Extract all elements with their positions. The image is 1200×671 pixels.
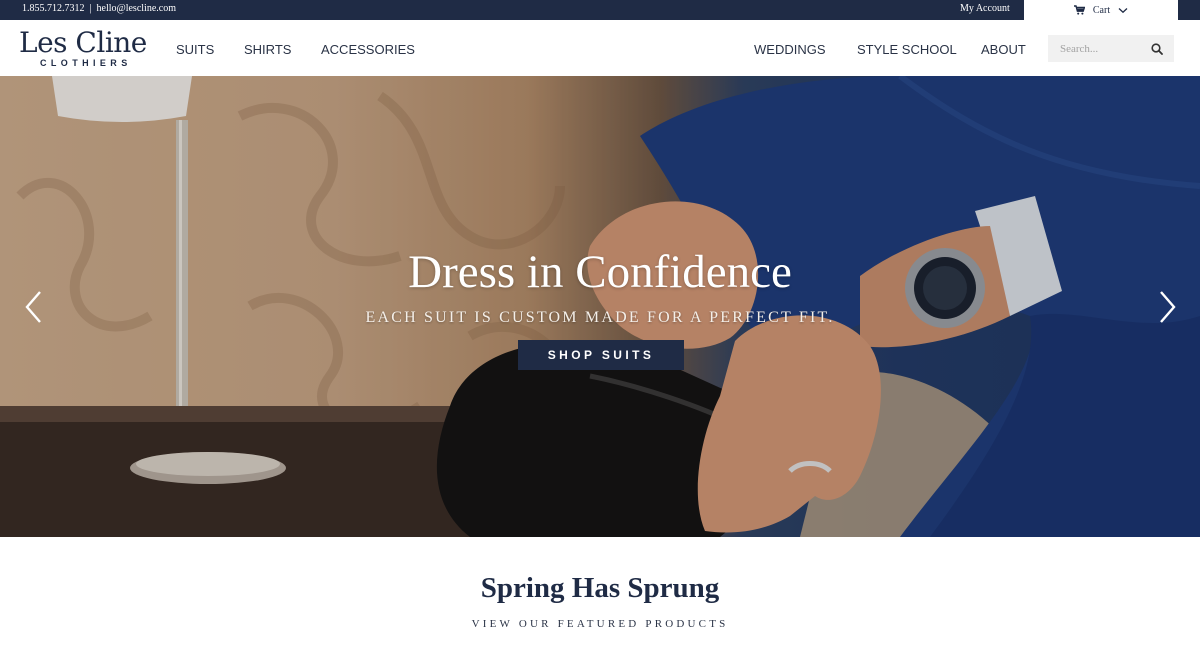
shopping-cart-icon <box>1073 5 1085 15</box>
shop-suits-button[interactable]: SHOP SUITS <box>518 340 684 370</box>
site-logo[interactable]: Les Cline CLOTHIERS <box>19 27 151 71</box>
logo-tagline: CLOTHIERS <box>40 58 132 68</box>
top-utility-bar: 1.855.712.7312 | hello@lescline.com My Acc… <box>0 0 1200 20</box>
cart-label: Cart <box>1092 4 1111 16</box>
hero-title: Dress in Confidence <box>408 246 792 298</box>
nav-suits[interactable]: SUITS <box>176 42 214 57</box>
phone-number[interactable]: 1.855.712.7312 <box>22 3 85 14</box>
featured-section-subtitle[interactable]: VIEW OUR FEATURED PRODUCTS <box>0 618 1200 630</box>
chevron-down-icon <box>1118 7 1128 13</box>
hero-text: Dress in Confidence EACH SUIT IS CUSTOM … <box>0 244 1200 327</box>
nav-accessories[interactable]: ACCESSORIES <box>321 42 415 57</box>
my-account-link[interactable]: My Account <box>960 3 1010 14</box>
nav-shirts[interactable]: SHIRTS <box>244 42 291 57</box>
nav-about[interactable]: ABOUT <box>981 42 1026 57</box>
search-box[interactable] <box>1048 35 1174 62</box>
contact-separator: | <box>89 3 92 14</box>
email-link[interactable]: hello@lescline.com <box>97 3 176 14</box>
hero-subtitle: EACH SUIT IS CUSTOM MADE FOR A PERFECT F… <box>365 309 835 326</box>
search-icon[interactable] <box>1151 43 1163 55</box>
hero-slider: Dress in Confidence EACH SUIT IS CUSTOM … <box>0 76 1200 537</box>
main-header: Les Cline CLOTHIERS SUITS SHIRTS ACCESSO… <box>0 20 1200 76</box>
logo-wordmark: Les Cline <box>19 26 147 59</box>
nav-weddings[interactable]: WEDDINGS <box>754 42 826 57</box>
nav-style-school[interactable]: STYLE SCHOOL <box>857 42 957 57</box>
featured-section-title: Spring Has Sprung <box>480 572 720 604</box>
search-input[interactable] <box>1048 35 1148 62</box>
contact-info: 1.855.712.7312 | hello@lescline.com <box>22 3 176 14</box>
cart-button[interactable]: Cart <box>1024 0 1178 20</box>
